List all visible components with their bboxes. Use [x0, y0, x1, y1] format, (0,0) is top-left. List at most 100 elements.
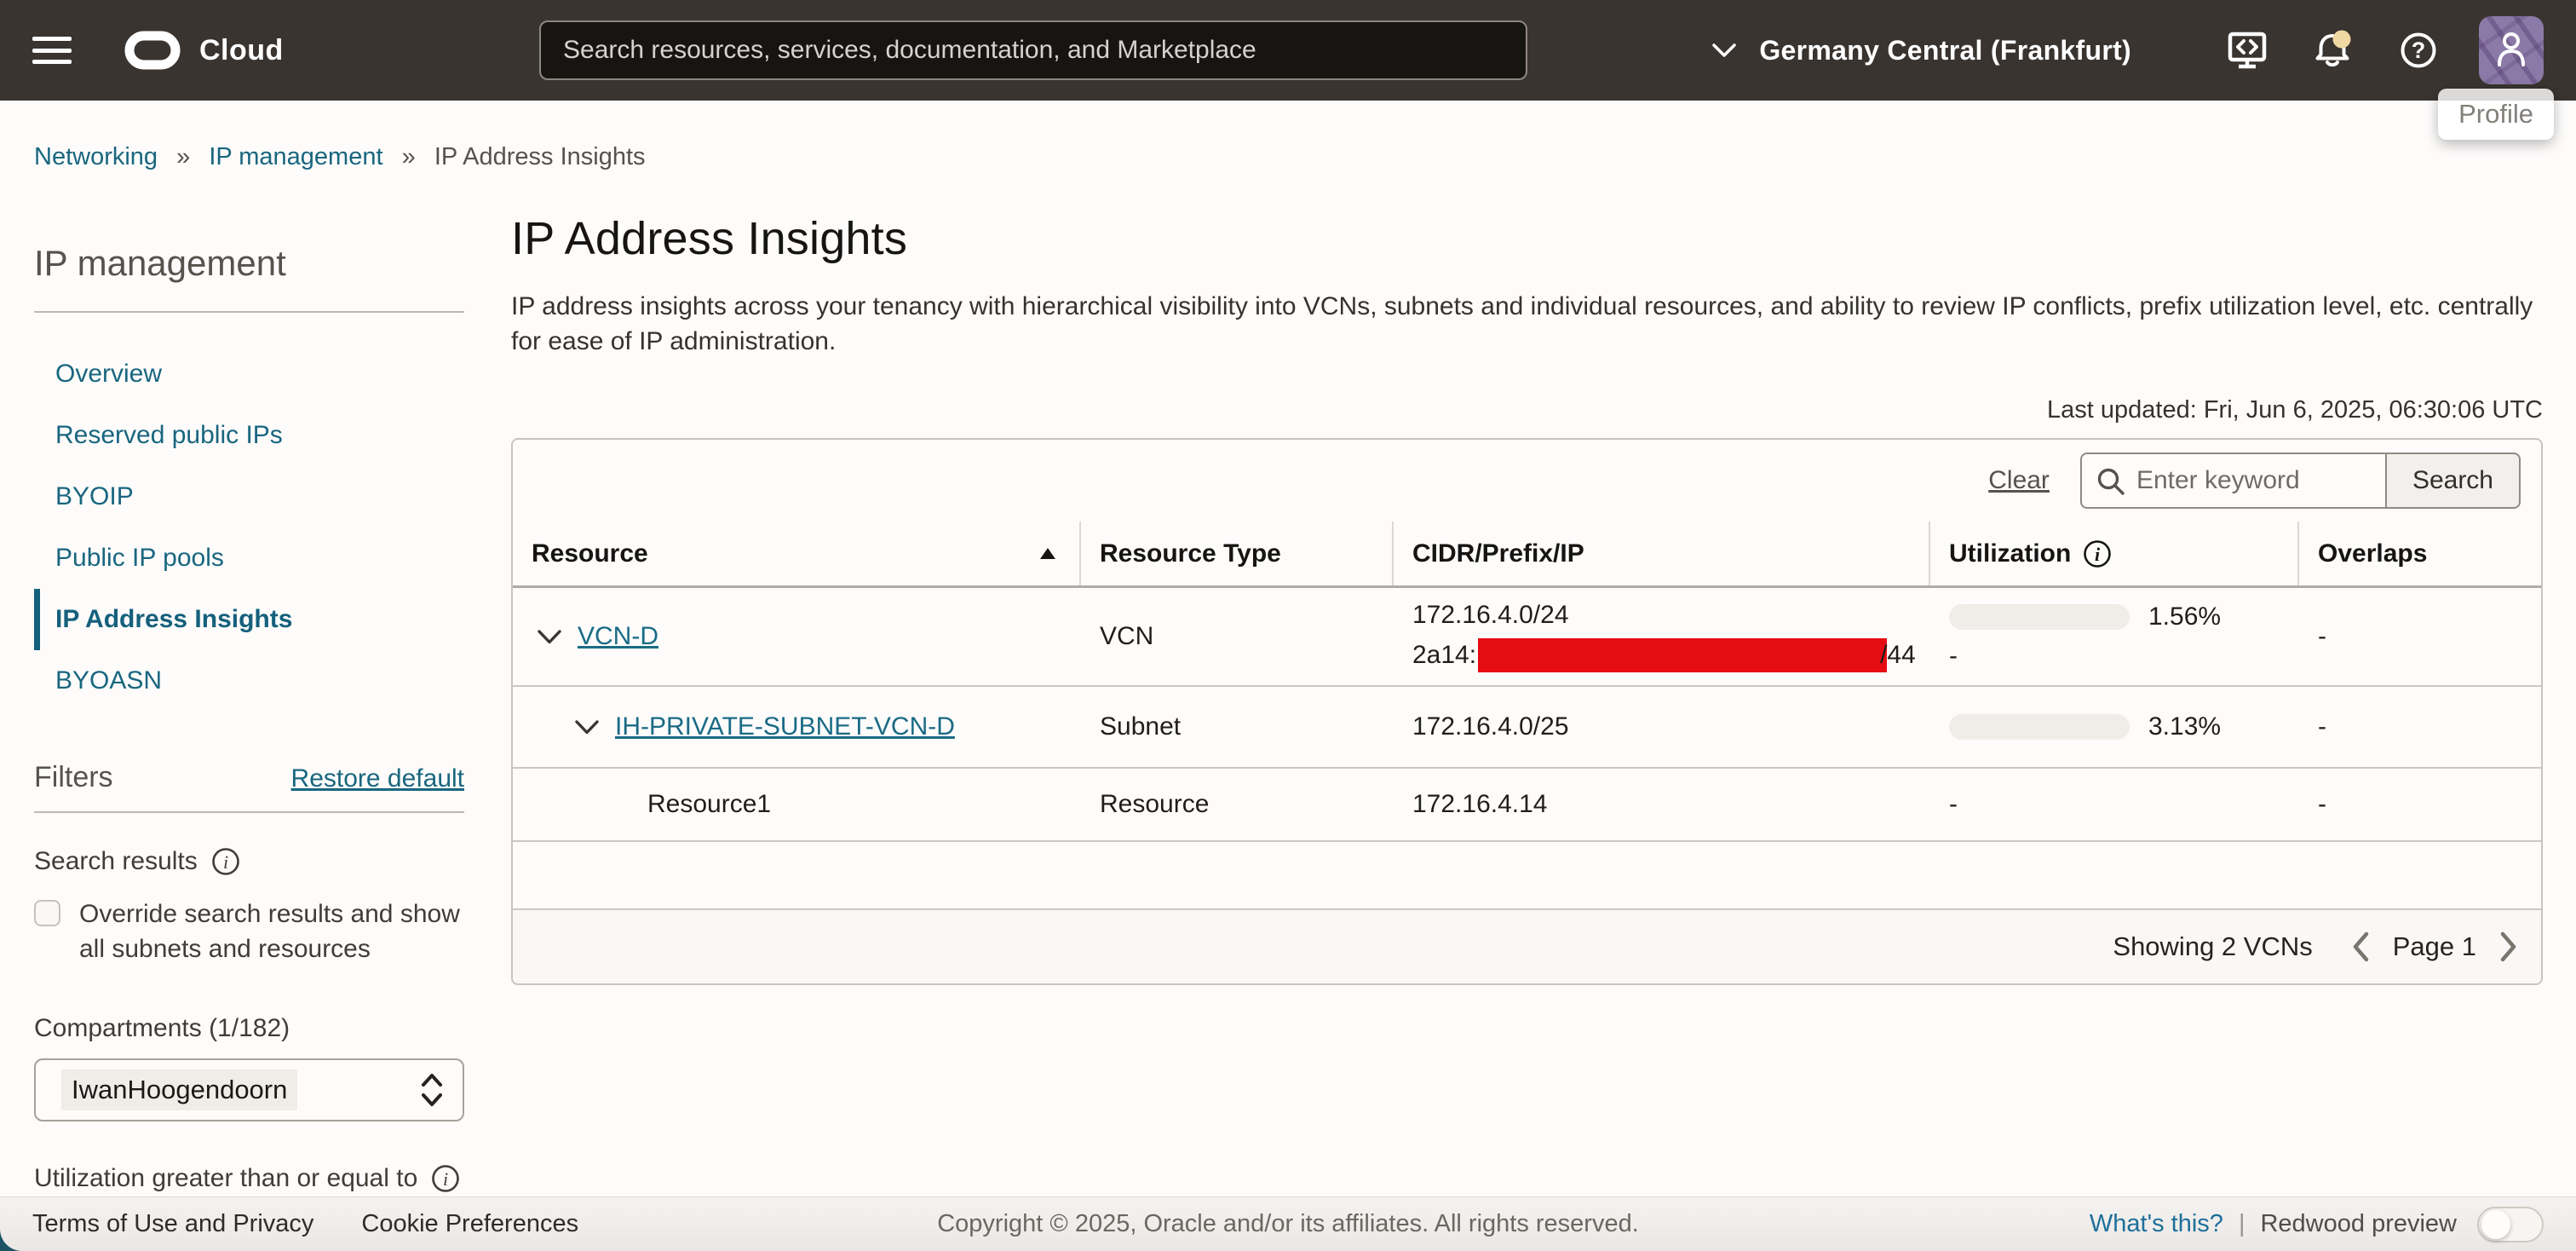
- breadcrumb-separator: »: [402, 143, 416, 170]
- sidebar-divider: [34, 311, 464, 313]
- footer-separator: |: [2239, 1210, 2245, 1238]
- column-header-utilization[interactable]: Utilization i: [1930, 522, 2299, 585]
- pagination-bar: Showing 2 VCNs Page 1: [513, 910, 2541, 983]
- column-header-cidr[interactable]: CIDR/Prefix/IP: [1394, 522, 1930, 585]
- keyword-search-group: Search: [2080, 453, 2521, 509]
- cidr-cell: 172.16.4.0/24 2a14: /44: [1394, 588, 1930, 685]
- sidebar-item-byoasn[interactable]: BYOASN: [34, 650, 464, 712]
- profile-avatar[interactable]: [2479, 16, 2544, 84]
- sidebar-item-overview[interactable]: Overview: [34, 343, 464, 405]
- utilization-bar: [1949, 604, 2130, 630]
- sidebar-item-byoip[interactable]: BYOIP: [34, 466, 464, 527]
- chevron-down-icon[interactable]: [537, 629, 562, 645]
- resource-type-cell: Resource: [1081, 769, 1394, 840]
- overlaps-cell: -: [2299, 588, 2541, 685]
- main-content: IP Address Insights IP address insights …: [511, 171, 2543, 985]
- filters-header: Filters Restore default: [34, 761, 464, 794]
- region-selector[interactable]: Germany Central (Frankfurt): [1711, 35, 2131, 66]
- resource-link[interactable]: IH-PRIVATE-SUBNET-VCN-D: [615, 712, 955, 741]
- utilization-secondary: -: [1949, 642, 2299, 671]
- last-updated: Last updated: Fri, Jun 6, 2025, 06:30:06…: [511, 396, 2543, 424]
- page-previous-icon[interactable]: [2350, 931, 2371, 963]
- copyright-text: Copyright © 2025, Oracle and/or its affi…: [937, 1210, 1639, 1238]
- cidr-cell: 172.16.4.14: [1394, 769, 1930, 840]
- hamburger-menu-icon[interactable]: [32, 37, 72, 64]
- search-button[interactable]: Search: [2385, 453, 2521, 509]
- info-icon[interactable]: i: [211, 847, 240, 876]
- topbar: Cloud Germany Central (Frankfurt): [0, 0, 2576, 101]
- svg-text:i: i: [443, 1168, 448, 1190]
- notifications-bell-icon[interactable]: [2314, 30, 2353, 71]
- person-icon: [2493, 29, 2529, 72]
- toggle-knob: [2481, 1210, 2510, 1239]
- chevron-down-icon[interactable]: [574, 719, 600, 735]
- table-row-resource1: Resource1 Resource 172.16.4.14 - -: [513, 769, 2541, 842]
- svg-text:i: i: [223, 851, 228, 873]
- cidr-ipv4: 172.16.4.0/24: [1412, 601, 1930, 630]
- breadcrumb-networking[interactable]: Networking: [34, 143, 158, 170]
- cookie-preferences-link[interactable]: Cookie Preferences: [361, 1210, 578, 1238]
- overlaps-cell: -: [2299, 687, 2541, 767]
- resource-cell: Resource1: [513, 769, 1081, 840]
- column-header-resource[interactable]: Resource: [513, 522, 1081, 585]
- terms-link[interactable]: Terms of Use and Privacy: [32, 1210, 313, 1238]
- table-row-vcn-d: VCN-D VCN 172.16.4.0/24 2a14: /44 1.56%: [513, 588, 2541, 687]
- redacted-block: [1478, 638, 1887, 672]
- search-icon: [2096, 466, 2126, 501]
- utilization-cell: 1.56% -: [1930, 588, 2299, 685]
- redwood-preview-toggle[interactable]: [2477, 1207, 2544, 1242]
- column-header-overlaps[interactable]: Overlaps: [2299, 522, 2541, 585]
- info-icon[interactable]: i: [431, 1164, 460, 1193]
- sidebar-item-public-ip-pools[interactable]: Public IP pools: [34, 527, 464, 589]
- footer-right-cluster: What's this? | Redwood preview: [2090, 1207, 2544, 1242]
- utilization-percent: 3.13%: [2148, 712, 2221, 741]
- resource-type-cell: Subnet: [1081, 687, 1394, 767]
- page-title: IP Address Insights: [511, 212, 2543, 265]
- column-header-resource-type[interactable]: Resource Type: [1081, 522, 1394, 585]
- sidebar: IP management Overview Reserved public I…: [34, 171, 464, 1251]
- whats-this-link[interactable]: What's this?: [2090, 1210, 2223, 1238]
- page-description: IP address insights across your tenancy …: [511, 289, 2543, 359]
- sort-ascending-icon: [1040, 548, 1055, 559]
- topbar-right-cluster: Germany Central (Frankfurt): [1711, 16, 2544, 84]
- utilization-filter-label-row: Utilization greater than or equal to i: [34, 1164, 464, 1193]
- redwood-preview-label: Redwood preview: [2260, 1210, 2457, 1238]
- compartments-value: IwanHoogendoorn: [61, 1069, 297, 1110]
- compartments-select[interactable]: IwanHoogendoorn: [34, 1058, 464, 1121]
- restore-default-link[interactable]: Restore default: [291, 764, 464, 793]
- info-icon[interactable]: i: [2083, 539, 2112, 568]
- breadcrumb-separator: »: [176, 143, 190, 170]
- filters-divider: [34, 811, 464, 813]
- cloud-shell-icon[interactable]: [2227, 31, 2268, 70]
- table-row-subnet: IH-PRIVATE-SUBNET-VCN-D Subnet 172.16.4.…: [513, 687, 2541, 769]
- oracle-o-logo-icon: [124, 31, 181, 70]
- breadcrumb: Networking » IP management » IP Address …: [0, 101, 2576, 171]
- sidebar-item-reserved-public-ips[interactable]: Reserved public IPs: [34, 405, 464, 466]
- oracle-cloud-logo[interactable]: Cloud: [124, 31, 284, 70]
- profile-tooltip: Profile: [2438, 89, 2554, 140]
- override-checkbox-row: Override search results and show all sub…: [34, 896, 464, 966]
- brand-text: Cloud: [199, 34, 284, 67]
- global-search-input[interactable]: [539, 20, 1527, 80]
- content-area: IP management Overview Reserved public I…: [0, 171, 2576, 1251]
- page-next-icon[interactable]: [2498, 931, 2519, 963]
- search-results-label: Search results: [34, 847, 198, 876]
- compartments-label: Compartments (1/182): [34, 1014, 464, 1043]
- sidebar-title: IP management: [34, 243, 464, 284]
- cidr-ipv6-line: 2a14: /44: [1412, 638, 1930, 672]
- sidebar-item-ip-address-insights[interactable]: IP Address Insights: [34, 589, 464, 650]
- breadcrumb-ip-management[interactable]: IP management: [209, 143, 382, 170]
- resource-link[interactable]: VCN-D: [578, 622, 658, 651]
- filters-title: Filters: [34, 761, 113, 794]
- ipv6-prefix: 2a14:: [1412, 641, 1476, 670]
- ipv6-suffix: /44: [1880, 641, 1916, 670]
- footer: Terms of Use and Privacy Cookie Preferen…: [0, 1196, 2576, 1251]
- utilization-percent: 1.56%: [2148, 602, 2221, 631]
- clear-filter-link[interactable]: Clear: [1988, 466, 2050, 495]
- override-checkbox[interactable]: [34, 900, 60, 926]
- svg-text:i: i: [2095, 544, 2101, 565]
- resource-cell: IH-PRIVATE-SUBNET-VCN-D: [513, 687, 1081, 767]
- insights-table-card: Clear Search Resource Resource Typ: [511, 438, 2543, 985]
- help-icon[interactable]: ?: [2399, 31, 2438, 70]
- utilization-bar: [1949, 714, 2130, 740]
